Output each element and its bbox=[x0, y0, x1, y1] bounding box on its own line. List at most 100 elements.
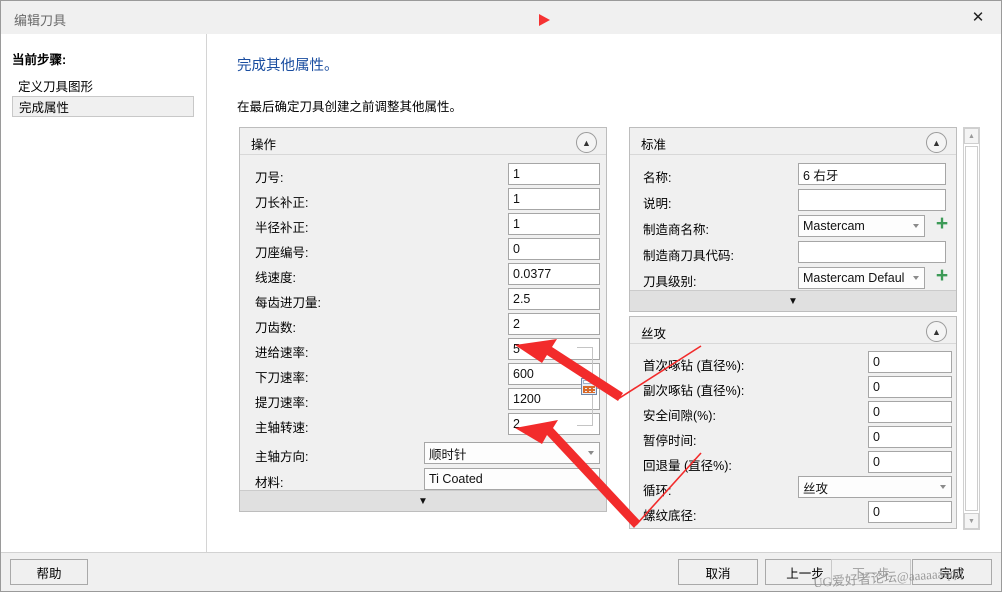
value-text: 0 bbox=[873, 380, 880, 394]
field-c21517c31216-input[interactable]: 6 右牙 bbox=[798, 163, 946, 185]
field-c26448c26009-label: 材料: bbox=[255, 476, 284, 490]
sidebar-item-finish-properties[interactable]: 完成属性 bbox=[12, 96, 194, 117]
field-c20992c24231c32534c21495-label: 刀座编号: bbox=[255, 246, 309, 260]
value-text: 2.5 bbox=[513, 292, 531, 306]
field-c20027c36724c26041c21521-select[interactable]: 顺时针 bbox=[424, 442, 600, 464]
form-row: 暂停时间: 0 bbox=[630, 426, 956, 451]
value-text: 1 bbox=[513, 167, 520, 181]
close-icon[interactable]: ✕ bbox=[955, 1, 1001, 33]
field-c21103c27425c21828c38075-c30452c24452-input[interactable]: 0 bbox=[868, 376, 952, 398]
form-row: 名称: 6 右牙 bbox=[630, 163, 956, 188]
field-c21322c24452c34917c27491-input[interactable]: 1 bbox=[508, 213, 600, 235]
field-c27599c40831c36827c20992c37327-label: 每齿进刀量: bbox=[255, 296, 321, 310]
value-text: 600 bbox=[513, 367, 534, 381]
form-row: 首次啄钻 (直径%): 0 bbox=[630, 351, 956, 376]
form-row: 副次啄钻 (直径%): 0 bbox=[630, 376, 956, 401]
field-c22238c36864c37327-c30452c24452-label: 回退量 (直径%): bbox=[643, 459, 732, 473]
field-c39318c27425c21828c38075-c30452c24452-input[interactable]: 0 bbox=[868, 351, 952, 373]
field-c25552c20992c36895c29575-label: 提刀速率: bbox=[255, 396, 309, 410]
value-text: 0.0377 bbox=[513, 267, 552, 281]
form-row: 循环: 丝攻 bbox=[630, 476, 956, 501]
field-c24490c29615-label: 循环: bbox=[643, 484, 672, 498]
form-row: 主轴方向: 顺时针 bbox=[240, 442, 606, 467]
form-row: 回退量 (直径%): 0 bbox=[630, 451, 956, 476]
chevron-down-icon[interactable] bbox=[588, 477, 594, 481]
value-text: 0 bbox=[873, 505, 880, 519]
field-c21517c31216-label: 名称: bbox=[643, 171, 672, 185]
field-c34746c32441c24213c24452-input[interactable]: 0 bbox=[868, 501, 952, 523]
field-c39318c27425c21828c38075-c30452c24452-label: 首次啄钻 (直径%): bbox=[643, 359, 745, 373]
field-c35828c26126-input[interactable] bbox=[798, 189, 946, 211]
form-row: 螺纹底径: 0 bbox=[630, 501, 956, 526]
field-c20992c24231c32534c21495-input[interactable]: 0 bbox=[508, 238, 600, 260]
field-c24490c29615-select[interactable]: 丝攻 bbox=[798, 476, 952, 498]
form-row: 刀具级别: Mastercam Defaul + bbox=[630, 265, 956, 292]
form-row: 刀齿数: 2 bbox=[240, 313, 606, 338]
field-c32447c36895c24230-input[interactable]: 0.0377 bbox=[508, 263, 600, 285]
form-row: 制造商刀具代码: bbox=[630, 241, 956, 266]
field-c21322c24452c34917c27491-label: 半径补正: bbox=[255, 221, 309, 235]
scroll-up-arrow-icon[interactable]: ▲ bbox=[964, 128, 979, 144]
field-c32447c36895c24230-label: 线速度: bbox=[255, 271, 296, 285]
field-c20992c38271c34917c27491-input[interactable]: 1 bbox=[508, 188, 600, 210]
field-c27599c40831c36827c20992c37327-input[interactable]: 2.5 bbox=[508, 288, 600, 310]
red-triangle-marker-icon bbox=[539, 14, 550, 26]
operations-panel-header: 操作 ▲ bbox=[240, 128, 606, 155]
page-subtitle: 在最后确定刀具创建之前调整其他属性。 bbox=[237, 100, 463, 114]
form-row: 半径补正: 1 bbox=[240, 213, 606, 238]
chevron-down-icon[interactable] bbox=[913, 276, 919, 280]
content-scrollbar[interactable]: ▲ ▼ bbox=[963, 127, 980, 530]
operations-panel: 操作 ▲ 刀号: 1 刀长补正: 1 半径补正: 1 刀座编号: 0 线速度: 0.0377 每齿进… bbox=[239, 127, 607, 512]
field-c26242c20572c26102c38388-input[interactable]: 0 bbox=[868, 426, 952, 448]
standard-panel-expand[interactable]: ▼ bbox=[630, 290, 956, 311]
field-c20992c40831c25968-input[interactable]: 2 bbox=[508, 313, 600, 335]
value-text: 顺时针 bbox=[429, 447, 467, 462]
cancel-button[interactable]: 取消 bbox=[678, 559, 758, 585]
form-row: 制造商名称: Mastercam + bbox=[630, 213, 956, 240]
help-button[interactable]: 帮助 bbox=[10, 559, 88, 585]
field-c26448c26009-select[interactable]: Ti Coated bbox=[424, 468, 600, 490]
value-text: 1 bbox=[513, 192, 520, 206]
add-icon[interactable]: + bbox=[934, 265, 950, 286]
field-c22238c36864c37327-c30452c24452-input[interactable]: 0 bbox=[868, 451, 952, 473]
field-c20992c20855c32423c21035-label: 刀具级别: bbox=[643, 275, 697, 289]
scrollbar-thumb[interactable] bbox=[965, 146, 978, 511]
value-text: 1 bbox=[513, 217, 520, 231]
page-title: 完成其他属性。 bbox=[237, 58, 339, 74]
form-row: 进给速率: 5 bbox=[240, 338, 606, 363]
field-c21046c36896c21830c21517c31216-select[interactable]: Mastercam bbox=[798, 215, 925, 237]
steps-header: 当前步骤: bbox=[12, 53, 67, 67]
sidebar-item-define-tool-geometry[interactable]: 定义刀具图形 bbox=[12, 75, 194, 96]
field-c20992c21495-input[interactable]: 1 bbox=[508, 163, 600, 185]
chevron-down-icon[interactable] bbox=[940, 485, 946, 489]
calculator-icon[interactable] bbox=[581, 378, 597, 395]
value-text: 0 bbox=[873, 405, 880, 419]
field-c20992c20855c32423c21035-select[interactable]: Mastercam Defaul bbox=[798, 267, 925, 289]
value-text: 2 bbox=[513, 417, 520, 431]
field-c20027c36724c36716c36895-label: 主轴转速: bbox=[255, 421, 309, 435]
chevron-down-icon[interactable] bbox=[913, 224, 919, 228]
chevron-up-icon[interactable]: ▲ bbox=[576, 132, 597, 153]
operations-panel-expand[interactable]: ▼ bbox=[240, 490, 606, 511]
value-text: 2 bbox=[513, 317, 520, 331]
field-c20992c38271c34917c27491-label: 刀长补正: bbox=[255, 196, 309, 210]
tapping-panel-header: 丝攻 ▲ bbox=[630, 317, 956, 344]
field-c23433c20840c38388c38553-label: 安全间隙(%): bbox=[643, 409, 716, 423]
tapping-panel-title: 丝攻 bbox=[641, 327, 667, 341]
value-text: 0 bbox=[873, 355, 880, 369]
field-c26242c20572c26102c38388-label: 暂停时间: bbox=[643, 434, 697, 448]
chevron-up-icon[interactable]: ▲ bbox=[926, 132, 947, 153]
chevron-down-icon[interactable] bbox=[588, 451, 594, 455]
form-row: 说明: bbox=[630, 189, 956, 214]
field-c19979c20992c36895c29575-label: 下刀速率: bbox=[255, 371, 309, 385]
form-row: 每齿进刀量: 2.5 bbox=[240, 288, 606, 313]
field-c23433c20840c38388c38553-input[interactable]: 0 bbox=[868, 401, 952, 423]
field-c21046c36896c21830c20992c20855c20195c30721-input[interactable] bbox=[798, 241, 946, 263]
add-icon[interactable]: + bbox=[934, 213, 950, 234]
standard-panel: 标准 ▲ 名称: 6 右牙 说明: 制造商名称: Mastercam + 制造商刀具代码: 刀… bbox=[629, 127, 957, 312]
tapping-panel: 丝攻 ▲ 首次啄钻 (直径%): 0 副次啄钻 (直径%): 0 安全间隙(%): 0 暂停… bbox=[629, 316, 957, 529]
form-row: 刀号: 1 bbox=[240, 163, 606, 188]
chevron-up-icon[interactable]: ▲ bbox=[926, 321, 947, 342]
scroll-down-arrow-icon[interactable]: ▼ bbox=[964, 513, 979, 529]
standard-panel-header: 标准 ▲ bbox=[630, 128, 956, 155]
